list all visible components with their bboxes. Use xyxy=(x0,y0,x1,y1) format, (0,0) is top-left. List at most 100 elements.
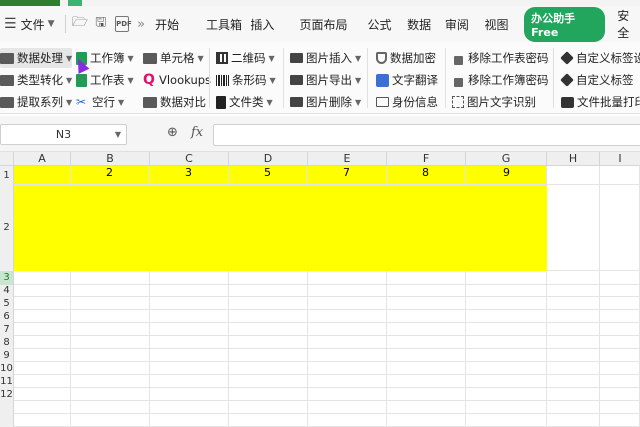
col-header-e[interactable]: E xyxy=(308,152,387,166)
col-header-h[interactable]: H xyxy=(547,152,600,166)
grid-cell[interactable] xyxy=(71,271,150,285)
row-header-11[interactable]: 11 xyxy=(0,375,14,388)
row-header-2[interactable]: 2 xyxy=(0,185,14,271)
grid-cell[interactable] xyxy=(14,414,71,427)
grid-cell[interactable] xyxy=(466,336,547,349)
custom-label-settings-button[interactable]: 自定义标签设 xyxy=(560,48,640,68)
grid-cell[interactable] xyxy=(387,401,466,414)
row-header-5[interactable]: 5 xyxy=(0,297,14,310)
grid-cell[interactable] xyxy=(150,271,229,285)
grid-cell[interactable] xyxy=(387,297,466,310)
col-header-g[interactable]: G xyxy=(466,152,547,166)
grid-cell[interactable] xyxy=(150,349,229,362)
grid-cell[interactable] xyxy=(466,185,547,271)
cell-h1[interactable] xyxy=(547,166,600,185)
text-translate-button[interactable]: 文字翻译 xyxy=(376,70,438,90)
col-header-c[interactable]: C xyxy=(150,152,229,166)
function-icon[interactable]: fx xyxy=(191,125,203,140)
grid-cell[interactable] xyxy=(387,388,466,401)
grid-cell[interactable] xyxy=(14,323,71,336)
cell-button[interactable]: 单元格 ▼ xyxy=(143,48,204,68)
data-processing-button[interactable]: 数据处理 ▼ xyxy=(0,48,73,68)
grid-cell[interactable] xyxy=(466,388,547,401)
grid-cell[interactable] xyxy=(71,375,150,388)
grid-cell[interactable] xyxy=(308,401,387,414)
grid-cell[interactable] xyxy=(547,375,600,388)
col-header-f[interactable]: F xyxy=(387,152,466,166)
grid-cell[interactable] xyxy=(14,388,71,401)
grid-cell[interactable] xyxy=(600,414,640,427)
zoom-icon[interactable]: ⊕ xyxy=(167,125,178,140)
grid-cell[interactable] xyxy=(150,323,229,336)
cell-d1[interactable]: 5 xyxy=(229,166,308,185)
grid-cell[interactable] xyxy=(466,414,547,427)
grid-cell[interactable] xyxy=(229,401,308,414)
cell-i1[interactable] xyxy=(600,166,640,185)
grid-cell[interactable] xyxy=(71,185,150,271)
grid-cell[interactable] xyxy=(387,323,466,336)
grid-cell[interactable] xyxy=(547,401,600,414)
row-header-3[interactable]: 3 xyxy=(0,271,14,285)
grid-cell[interactable] xyxy=(14,271,71,285)
grid-cell[interactable] xyxy=(150,414,229,427)
grid-cell[interactable] xyxy=(387,375,466,388)
grid-cell[interactable] xyxy=(600,297,640,310)
grid-cell[interactable] xyxy=(229,185,308,271)
cell-g1[interactable]: 9 xyxy=(466,166,547,185)
grid-cell[interactable] xyxy=(150,401,229,414)
grid-cell[interactable] xyxy=(547,285,600,297)
spreadsheet-grid[interactable]: A B C D E F G H I 1 2 3 4 5 6 7 8 9 10 1… xyxy=(0,152,640,427)
grid-cell[interactable] xyxy=(71,285,150,297)
data-compare-button[interactable]: 数据对比 xyxy=(143,92,206,112)
tab-insert[interactable]: 插入 xyxy=(250,16,299,33)
grid-cell[interactable] xyxy=(14,297,71,310)
row-header-4[interactable]: 4 xyxy=(0,285,14,297)
cell-c1[interactable]: 3 xyxy=(150,166,229,185)
grid-cell[interactable] xyxy=(150,310,229,323)
worksheet-button[interactable]: 工作表 ▼ xyxy=(76,70,134,90)
image-ocr-button[interactable]: 图片文字识别 xyxy=(452,92,536,112)
grid-cell[interactable] xyxy=(387,271,466,285)
qrcode-button[interactable]: 二维码 ▼ xyxy=(216,48,275,68)
row-header-12[interactable]: 12 xyxy=(0,388,14,427)
grid-cell[interactable] xyxy=(308,388,387,401)
grid-cell[interactable] xyxy=(150,285,229,297)
more-icon[interactable]: » xyxy=(137,17,145,32)
grid-cell[interactable] xyxy=(308,285,387,297)
grid-cell[interactable] xyxy=(600,349,640,362)
blank-row-button[interactable]: ✂ 空行 ▼ xyxy=(76,92,124,112)
row-header-1[interactable]: 1 xyxy=(0,166,14,185)
grid-cell[interactable] xyxy=(547,349,600,362)
col-header-b[interactable]: B xyxy=(71,152,150,166)
grid-cell[interactable] xyxy=(600,271,640,285)
grid-cell[interactable] xyxy=(71,349,150,362)
grid-cell[interactable] xyxy=(600,336,640,349)
grid-cell[interactable] xyxy=(150,336,229,349)
grid-cell[interactable] xyxy=(600,362,640,375)
grid-cell[interactable] xyxy=(547,323,600,336)
data-encrypt-button[interactable]: 数据加密 xyxy=(376,48,436,68)
grid-cell[interactable] xyxy=(387,362,466,375)
grid-cell[interactable] xyxy=(466,362,547,375)
grid-cell[interactable] xyxy=(466,375,547,388)
cell-f1[interactable]: 8 xyxy=(387,166,466,185)
grid-cell[interactable] xyxy=(387,349,466,362)
file-menu[interactable]: ☰ 文件 ▼ xyxy=(0,16,61,33)
grid-cell[interactable] xyxy=(71,310,150,323)
grid-cell[interactable] xyxy=(229,362,308,375)
batch-print-button[interactable]: 文件批量打印 xyxy=(561,92,640,112)
grid-cell[interactable] xyxy=(71,401,150,414)
grid-cell[interactable] xyxy=(387,336,466,349)
grid-cell[interactable] xyxy=(71,323,150,336)
grid-cell[interactable] xyxy=(308,310,387,323)
pdf-icon[interactable]: PDF xyxy=(115,16,132,32)
grid-cell[interactable] xyxy=(547,336,600,349)
grid-cell[interactable] xyxy=(387,310,466,323)
grid-cell[interactable] xyxy=(466,271,547,285)
grid-cell[interactable] xyxy=(14,336,71,349)
grid-cell[interactable] xyxy=(308,362,387,375)
grid-cell[interactable] xyxy=(229,323,308,336)
cell-a1[interactable] xyxy=(14,166,71,185)
grid-cell[interactable] xyxy=(600,401,640,414)
image-delete-button[interactable]: 图片删除 ▼ xyxy=(290,92,361,112)
